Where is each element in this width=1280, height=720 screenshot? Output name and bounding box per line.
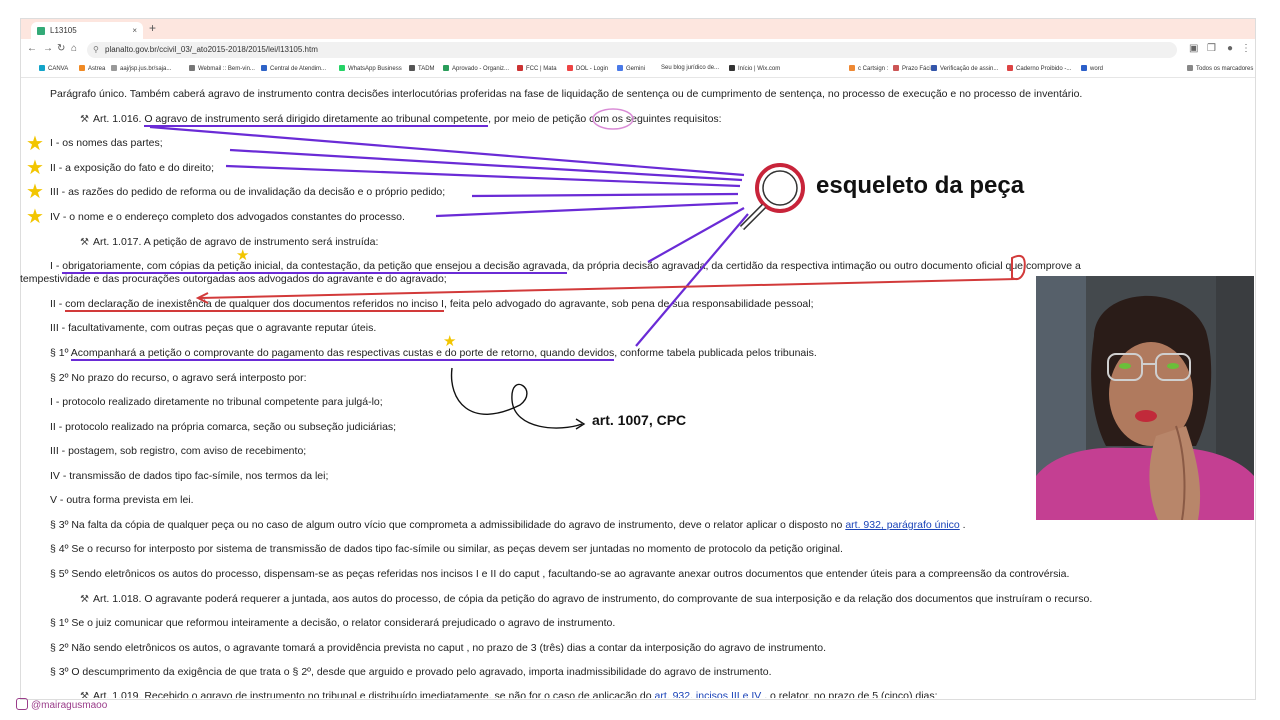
magnifier-icon bbox=[739, 163, 805, 231]
arrow-line bbox=[471, 192, 739, 198]
arrow-line bbox=[635, 213, 749, 347]
presenter-figure bbox=[1036, 276, 1254, 520]
arrow-line bbox=[435, 201, 739, 218]
instagram-text: @mairagusmaoo bbox=[31, 700, 108, 711]
curly-arrow bbox=[450, 367, 583, 429]
peticao-circle bbox=[592, 108, 634, 130]
presenter-video bbox=[1036, 276, 1254, 520]
red-arrow-line bbox=[199, 278, 1019, 299]
skeleton-label: esqueleto da peça bbox=[816, 172, 1025, 199]
ou-circle bbox=[1011, 254, 1026, 281]
instagram-handle: @mairagusmaoo bbox=[16, 698, 107, 711]
art-1007-label: art. 1007, CPC bbox=[592, 412, 687, 428]
instagram-icon bbox=[16, 698, 28, 710]
